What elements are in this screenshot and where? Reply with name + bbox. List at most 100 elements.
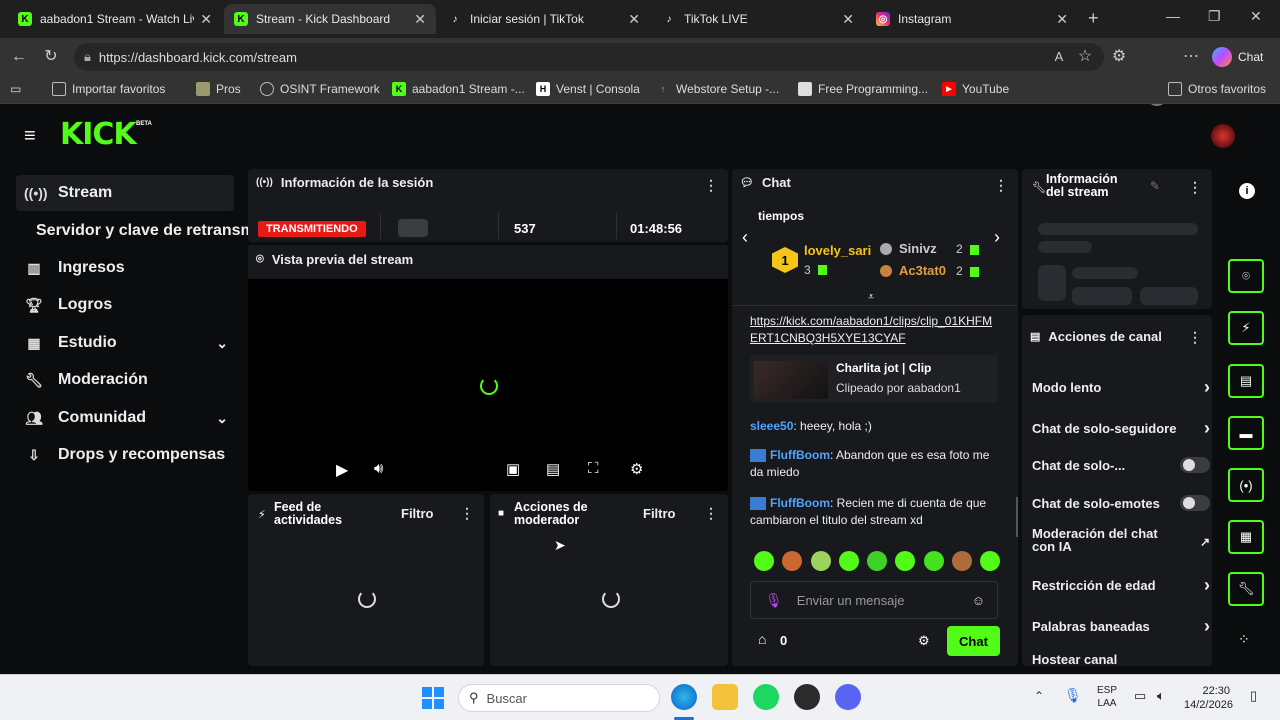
leader-name[interactable]: Sinivz — [899, 241, 937, 256]
read-aloud-icon[interactable]: A — [1048, 46, 1070, 68]
toggle-switch[interactable] — [1180, 495, 1210, 511]
leader-name[interactable]: lovely_sari — [804, 243, 871, 258]
clock[interactable]: 22:30 14/2/2026 — [1184, 684, 1233, 712]
close-icon[interactable]: ✕ — [414, 11, 426, 28]
app-icon[interactable] — [794, 684, 820, 710]
extensions-icon[interactable]: ⚙ — [1108, 46, 1130, 68]
action-followers-only[interactable]: Chat de solo-seguidore › — [1032, 418, 1210, 439]
more-options-icon[interactable]: ⋮ — [704, 177, 718, 194]
more-options-icon[interactable]: ⋮ — [1188, 329, 1202, 346]
close-icon[interactable]: ✕ — [842, 11, 854, 28]
info-icon[interactable]: i — [1239, 183, 1255, 199]
favorite-star-icon[interactable]: ☆ — [1074, 46, 1096, 68]
bookmark-venst[interactable]: H Venst | Consola — [536, 82, 640, 96]
chat-input[interactable]: 🎙︎ Enviar un mensaje ☺ — [750, 581, 998, 619]
chat-scrollbar[interactable] — [1016, 497, 1018, 537]
chevron-right-icon[interactable]: › — [994, 227, 1000, 248]
sidebar-item-server-key[interactable]: Servidor y clave de retransm — [28, 213, 248, 249]
microphone-icon[interactable]: 🎙︎ — [1064, 687, 1082, 704]
emote-icon[interactable] — [951, 551, 972, 571]
more-options-icon[interactable]: ⋮ — [994, 177, 1008, 194]
chat-settings-icon[interactable]: ⚙ — [918, 633, 930, 649]
send-chat-button[interactable]: Chat — [947, 626, 1000, 656]
notifications-icon[interactable]: ▯ — [1250, 688, 1257, 704]
edit-pencil-icon[interactable]: ✎ — [1150, 179, 1160, 193]
user-avatar[interactable] — [1211, 124, 1235, 148]
chat-username[interactable]: FluffBoom — [770, 448, 830, 462]
clip-card[interactable]: Charlita jot | Clip Clipeado por aabadon… — [750, 355, 998, 403]
rail-channel-actions-button[interactable]: ▦ — [1228, 520, 1264, 554]
chat-username[interactable]: FluffBoom — [770, 496, 830, 510]
chat-username[interactable]: sleee50 — [750, 419, 793, 433]
copilot-chat-button[interactable]: Chat — [1212, 44, 1263, 70]
bookmark-free-programming[interactable]: Free Programming... — [798, 82, 928, 96]
rail-preview-button[interactable]: ⌾ — [1228, 259, 1264, 293]
emote-icon[interactable] — [895, 551, 916, 571]
rail-activity-button[interactable]: ⚡︎ — [1228, 311, 1264, 345]
taskbar-search[interactable]: ⚲ Buscar — [458, 684, 660, 712]
sidebar-item-stream[interactable]: ((•)) Stream — [16, 175, 234, 211]
sidebar-item-estudio[interactable]: ▦ Estudio ⌄ — [16, 325, 234, 361]
back-button[interactable]: ← — [8, 46, 30, 68]
picture-in-picture-icon[interactable]: ▣ — [506, 460, 520, 478]
leader-name[interactable]: Ac3tat0 — [899, 263, 946, 278]
emote-icon[interactable] — [810, 551, 831, 571]
maximize-button[interactable]: ❐ — [1208, 8, 1221, 25]
volume-icon[interactable]: 🔊︎ — [374, 460, 383, 477]
file-explorer-icon[interactable] — [712, 684, 738, 710]
filter-button[interactable]: Filtro — [643, 506, 676, 521]
rail-moderator-button[interactable]: ▤ — [1228, 364, 1264, 398]
settings-gear-icon[interactable]: ⚙ — [630, 460, 643, 478]
clip-link[interactable]: https://kick.com/aabadon1/clips/clip_01K… — [750, 313, 996, 347]
sidebar-toggle-icon[interactable]: ▭ — [10, 82, 21, 96]
network-icon[interactable]: ▭ — [1134, 688, 1146, 704]
tab-kick-dashboard[interactable]: K Stream - Kick Dashboard ✕ — [224, 4, 436, 34]
action-emotes-only[interactable]: Chat de solo-emotes — [1032, 495, 1210, 511]
sidebar-item-comunidad[interactable]: 👥︎ Comunidad ⌄ — [16, 400, 234, 436]
emote-icon[interactable] — [782, 551, 803, 571]
bookmark-osint[interactable]: OSINT Framework — [260, 82, 380, 96]
layout-icon[interactable]: ⁘ — [1238, 631, 1250, 648]
edge-icon[interactable] — [671, 684, 697, 710]
emote-icon[interactable] — [923, 551, 944, 571]
emote-icon[interactable] — [980, 551, 1000, 571]
discord-icon[interactable] — [835, 684, 861, 710]
emote-icon[interactable] — [754, 551, 774, 571]
emoji-icon[interactable]: ☺ — [972, 593, 985, 608]
action-ai-moderation[interactable]: Moderación del chat con IA ↗ — [1032, 527, 1210, 553]
bookmark-pros[interactable]: Pros — [196, 82, 241, 96]
emote-icon[interactable] — [838, 551, 859, 571]
more-options-icon[interactable]: ⋮ — [1188, 179, 1202, 196]
window-close-button[interactable]: ✕ — [1250, 8, 1262, 25]
rail-chat-button[interactable]: ▬ — [1228, 416, 1264, 450]
url-field[interactable]: 🔒︎ https://dashboard.kick.com/stream — [74, 43, 1104, 71]
more-options-icon[interactable]: ⋮ — [460, 505, 474, 522]
collapse-icon[interactable]: ⩡ — [868, 291, 874, 304]
other-favorites[interactable]: Otros favoritos — [1168, 82, 1266, 96]
close-icon[interactable]: ✕ — [1056, 11, 1068, 28]
action-slow-mode[interactable]: Modo lento › — [1032, 377, 1210, 398]
action-banned-words[interactable]: Palabras baneadas › — [1032, 616, 1210, 637]
reload-button[interactable]: ↻ — [40, 46, 62, 68]
action-host-channel[interactable]: Hostear canal — [1032, 652, 1210, 666]
emote-icon[interactable] — [867, 551, 887, 571]
toggle-switch[interactable] — [1180, 457, 1210, 473]
microphone-icon[interactable]: 🎙︎ — [765, 592, 783, 609]
kick-logo[interactable]: KICK — [60, 117, 137, 152]
store-icon[interactable]: ⌂ — [758, 631, 766, 647]
filter-button[interactable]: Filtro — [401, 506, 434, 521]
bookmark-aabadon[interactable]: Kaabadon1 Stream -... — [392, 82, 525, 96]
close-icon[interactable]: ✕ — [628, 11, 640, 28]
close-icon[interactable]: ✕ — [200, 11, 212, 28]
hamburger-menu-icon[interactable]: ≡ — [24, 125, 36, 148]
action-subscribers-only[interactable]: Chat de solo-... — [1032, 457, 1210, 473]
language-indicator[interactable]: ESP LAA — [1097, 684, 1117, 710]
sidebar-item-logros[interactable]: 🏆︎ Logros — [16, 287, 234, 323]
spotify-icon[interactable] — [753, 684, 779, 710]
bookmark-import[interactable]: Importar favoritos — [52, 82, 165, 96]
sidebar-item-ingresos[interactable]: ▥ Ingresos — [16, 250, 234, 286]
rail-session-button[interactable]: (•) — [1228, 468, 1264, 502]
windows-start-icon[interactable] — [422, 687, 444, 709]
more-menu-icon[interactable]: ⋯ — [1180, 46, 1202, 68]
play-icon[interactable]: ▶ — [336, 460, 348, 480]
